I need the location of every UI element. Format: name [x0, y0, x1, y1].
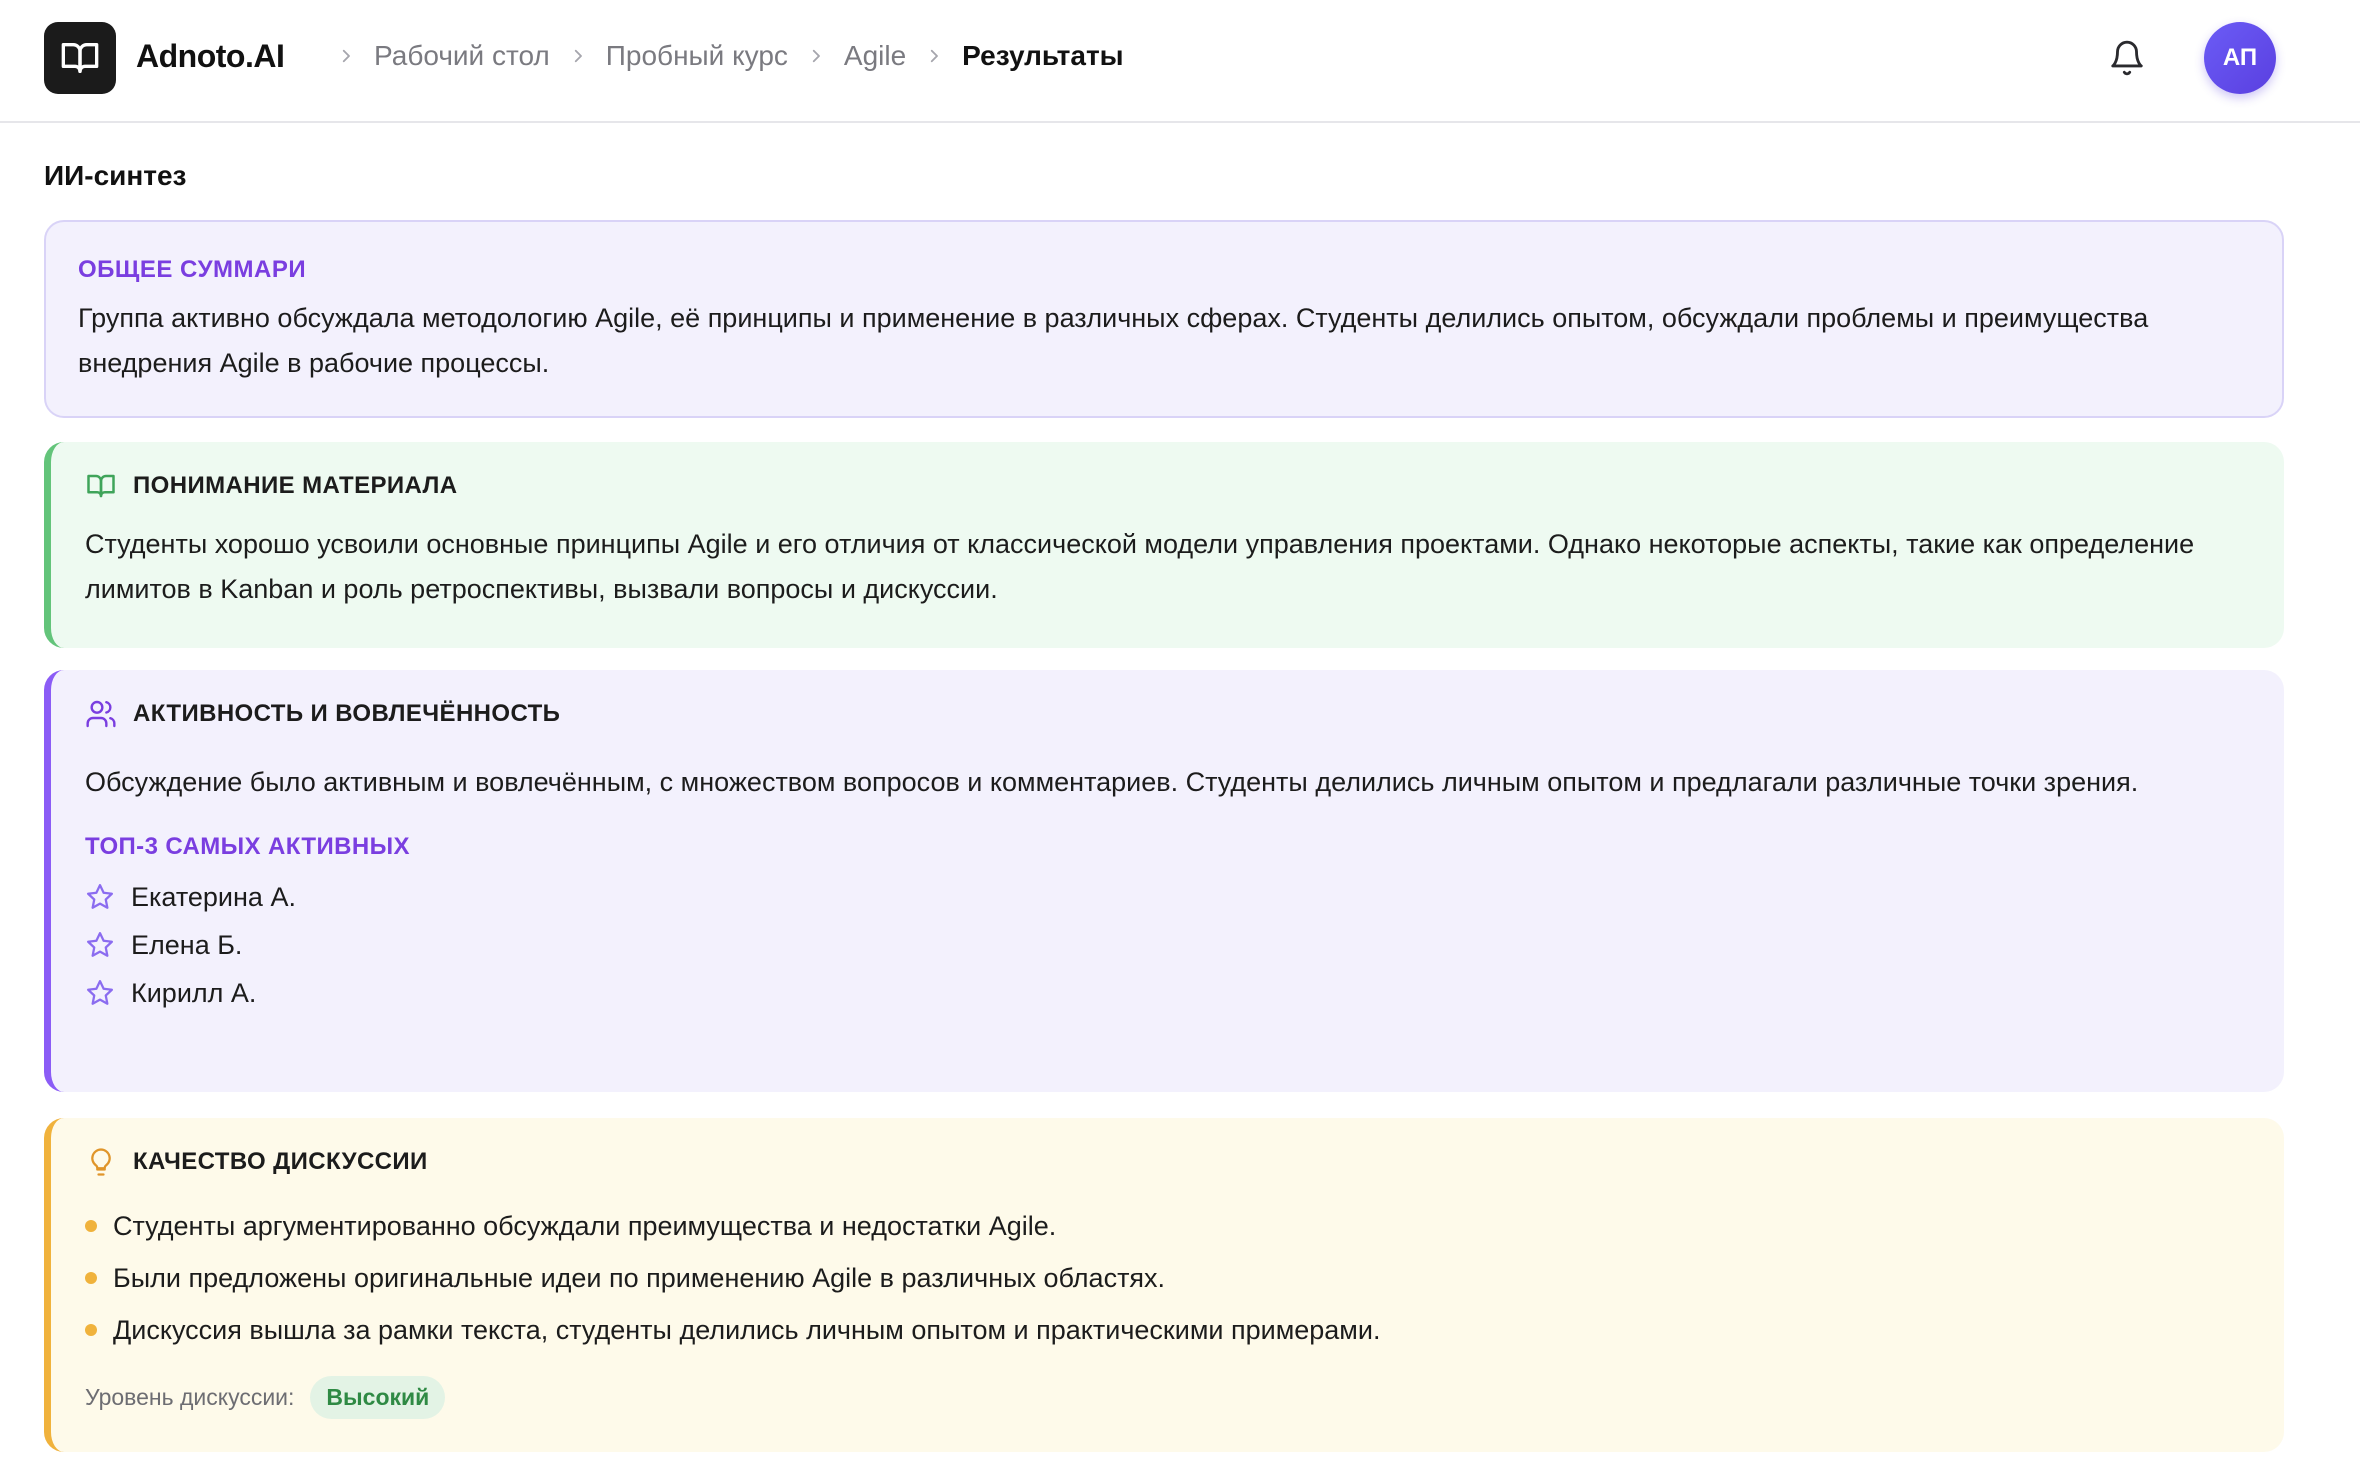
breadcrumb-item-current: Результаты [962, 40, 1124, 71]
student-name: Екатерина А. [131, 881, 296, 912]
bullet-dot [85, 1220, 97, 1232]
notifications-button[interactable] [2106, 36, 2148, 80]
understanding-header: ПОНИМАНИЕ МАТЕРИАЛА [85, 470, 2248, 502]
chevron-right-icon [318, 47, 374, 65]
book-open-icon [85, 470, 117, 502]
bullet-dot [85, 1272, 97, 1284]
breadcrumb-item-course[interactable]: Пробный курс [606, 40, 788, 72]
page-title: ИИ-синтез [44, 160, 187, 191]
summary-label: ОБЩЕЕ СУММАРИ [78, 256, 307, 283]
quality-point: Студенты аргументированно обсуждали преи… [113, 1210, 1057, 1241]
status-badge: Высокий [310, 1376, 446, 1419]
breadcrumb: Рабочий стол Пробный курс Agile Результа… [318, 40, 1124, 72]
discussion-level: Уровень дискуссии: Высокий [85, 1376, 2248, 1419]
bullet-dot [85, 1324, 97, 1336]
list-item: Были предложены оригинальные идеи по при… [85, 1252, 2248, 1304]
quality-card: КАЧЕСТВО ДИСКУССИИ Студенты аргументиров… [44, 1118, 2284, 1452]
book-open-icon [61, 43, 99, 74]
activity-header: АКТИВНОСТЬ И ВОВЛЕЧЁННОСТЬ [85, 698, 2248, 730]
breadcrumb-item-topic[interactable]: Agile [844, 40, 906, 72]
activity-card: АКТИВНОСТЬ И ВОВЛЕЧЁННОСТЬ Обсуждение бы… [44, 670, 2284, 1092]
top-header: Adnoto.AI Рабочий стол Пробный курс Agil… [0, 0, 2360, 123]
understanding-text: Студенты хорошо усвоили основные принцип… [85, 529, 2195, 604]
understanding-card: ПОНИМАНИЕ МАТЕРИАЛА Студенты хорошо усво… [44, 442, 2284, 648]
summary-text: Группа активно обсуждала методологию Agi… [78, 303, 2149, 378]
activity-text: Обсуждение было активным и вовлечённым, … [85, 767, 2139, 797]
star-icon [87, 884, 113, 909]
bell-icon [2111, 40, 2143, 76]
student-name: Кирилл А. [131, 977, 257, 1008]
top-active-label: ТОП-3 САМЫХ АКТИВНЫХ [85, 833, 410, 860]
star-icon [87, 932, 113, 957]
quality-title: КАЧЕСТВО ДИСКУССИИ [133, 1148, 428, 1175]
list-item: Кирилл А. [85, 969, 2248, 1017]
chevron-right-icon [550, 47, 606, 65]
quality-header: КАЧЕСТВО ДИСКУССИИ [85, 1146, 2248, 1178]
star-icon [87, 980, 113, 1005]
list-item: Елена Б. [85, 921, 2248, 969]
users-icon [85, 698, 117, 730]
chevron-right-icon [788, 47, 844, 65]
discussion-level-label: Уровень дискуссии: [85, 1384, 295, 1410]
student-name: Елена Б. [131, 929, 243, 960]
breadcrumb-item-dashboard[interactable]: Рабочий стол [374, 40, 550, 72]
quality-points: Студенты аргументированно обсуждали преи… [85, 1200, 2248, 1356]
understanding-title: ПОНИМАНИЕ МАТЕРИАЛА [133, 472, 458, 499]
avatar[interactable]: АП [2204, 22, 2276, 94]
list-item: Дискуссия вышла за рамки текста, студент… [85, 1304, 2248, 1356]
quality-point: Были предложены оригинальные идеи по при… [113, 1262, 1166, 1293]
brand-name[interactable]: Adnoto.AI [136, 38, 285, 75]
chevron-right-icon [906, 47, 962, 65]
lightbulb-icon [85, 1146, 117, 1178]
quality-point: Дискуссия вышла за рамки текста, студент… [113, 1314, 1381, 1345]
list-item: Студенты аргументированно обсуждали преи… [85, 1200, 2248, 1252]
list-item: Екатерина А. [85, 873, 2248, 921]
app-logo[interactable] [44, 22, 116, 94]
activity-title: АКТИВНОСТЬ И ВОВЛЕЧЁННОСТЬ [133, 700, 561, 727]
summary-card: ОБЩЕЕ СУММАРИ Группа активно обсуждала м… [44, 220, 2284, 418]
top-active-list: Екатерина А. Елена Б. Кирилл А. [85, 873, 2248, 1017]
